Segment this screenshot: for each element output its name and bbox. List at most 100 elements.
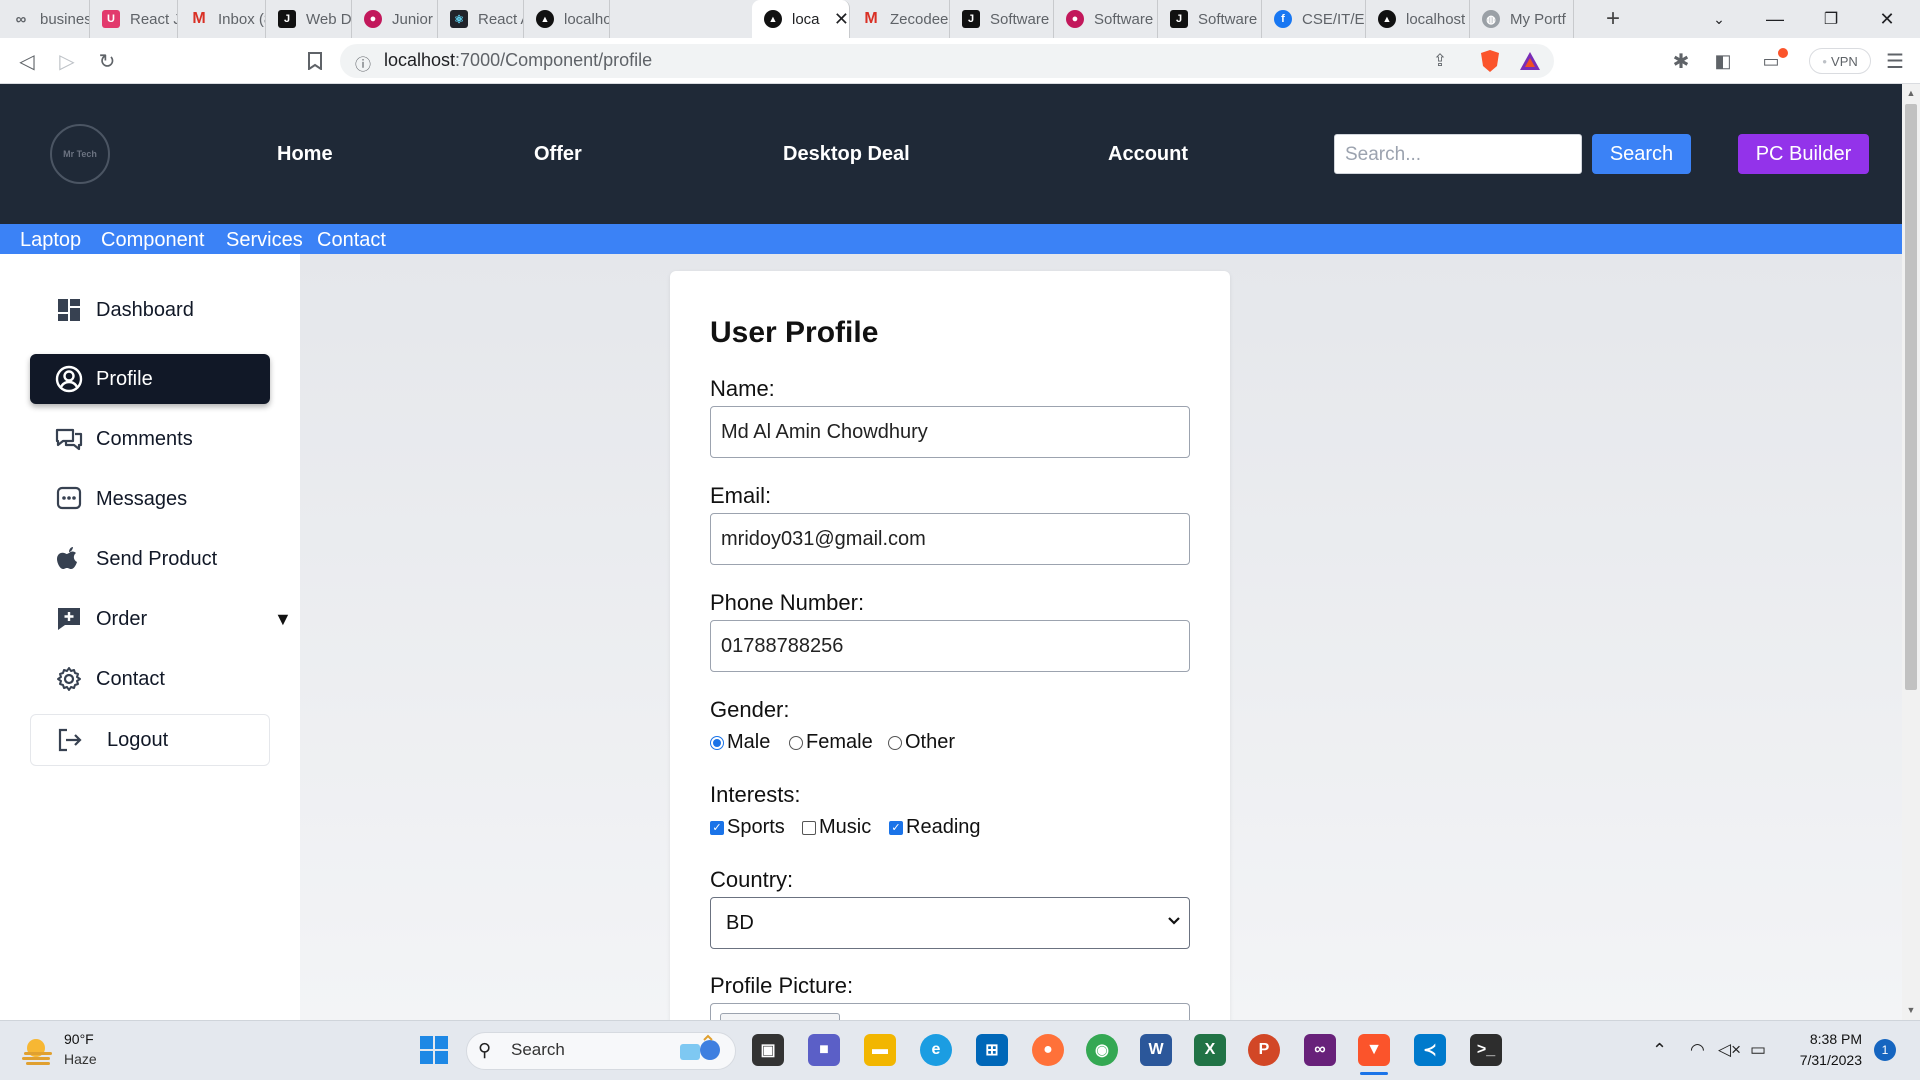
browser-tab[interactable]: ▲ localhost [1366,0,1470,38]
new-tab-icon[interactable]: + [1590,0,1636,38]
sidebar-item-messages[interactable]: Messages [30,474,270,524]
url-text[interactable]: localhost:7000/Component/profile [384,50,652,71]
nav-home[interactable]: Home [277,143,333,166]
email-field[interactable]: mridoy031@gmail.com [710,513,1190,565]
nav-desktop-deal[interactable]: Desktop Deal [783,143,910,166]
reload-icon[interactable]: ↻ [92,46,122,76]
chrome-icon[interactable]: ◉ [1086,1034,1118,1066]
gender-male-option[interactable]: Male [710,731,770,754]
interest-sports-option[interactable]: ✓ Sports [710,816,785,839]
category-contact[interactable]: Contact [317,229,386,252]
clock-time[interactable]: 8:38 PM [1800,1031,1862,1047]
gender-male-radio[interactable] [710,735,724,750]
category-component[interactable]: Component [101,229,204,252]
forward-icon[interactable]: ▷ [52,46,82,76]
gender-other-option[interactable]: Other [888,731,955,754]
nav-offer[interactable]: Offer [534,143,582,166]
logo[interactable]: Mr Tech [50,124,110,184]
edge-icon[interactable]: e [920,1034,952,1066]
vpn-button[interactable]: ● VPN [1809,48,1871,74]
browser-tab[interactable]: M Zecodee [850,0,950,38]
infinity-icon: ∞ [15,10,27,28]
browser-tab-active[interactable]: ▲ locall ✕ [752,0,850,38]
share-icon[interactable]: ⇪ [1425,46,1455,76]
interest-reading-checkbox[interactable]: ✓ [889,820,903,835]
nav-account[interactable]: Account [1108,143,1188,166]
header-search-button[interactable]: Search [1592,134,1691,174]
file-explorer-icon[interactable]: ▬ [864,1034,896,1066]
firefox-icon[interactable]: ● [1032,1034,1064,1066]
excel-icon[interactable]: X [1194,1034,1226,1066]
chevron-down-icon[interactable]: ▼ [274,609,292,630]
vscode-icon[interactable]: ≺ [1414,1034,1446,1066]
chevron-up-icon[interactable]: ⌃ [1652,1040,1667,1061]
menu-icon[interactable]: ☰ [1880,46,1910,76]
info-icon[interactable]: ⓘ [348,48,378,78]
back-icon[interactable]: ◁ [12,46,42,76]
close-tab-icon[interactable]: ✕ [834,9,849,30]
country-select[interactable]: BD [710,897,1190,949]
header-search-input[interactable]: Search... [1334,134,1582,174]
terminal-icon[interactable]: >_ [1470,1034,1502,1066]
clock-date[interactable]: 7/31/2023 [1790,1052,1862,1068]
browser-tab[interactable]: ● Software [1054,0,1158,38]
sidebar-item-contact[interactable]: Contact [30,654,270,704]
teams-chat-icon[interactable]: ■ [808,1034,840,1066]
brave-icon[interactable]: ▼ [1358,1034,1390,1066]
phone-field[interactable]: 01788788256 [710,620,1190,672]
sidebar-item-send-product[interactable]: Send Product [30,534,270,584]
browser-tab[interactable]: M Inbox (85 [178,0,266,38]
gender-female-option[interactable]: Female [789,731,873,754]
visual-studio-icon[interactable]: ∞ [1304,1034,1336,1066]
browser-tab[interactable]: ∞ business [0,0,90,38]
logout-button[interactable]: Logout [30,714,270,766]
scroll-up-icon[interactable]: ▲ [1902,84,1920,102]
task-view-icon[interactable]: ▣ [752,1034,784,1066]
sidebar-item-comments[interactable]: Comments [30,414,270,464]
wifi-icon[interactable]: ◠ [1690,1040,1705,1060]
gender-other-radio[interactable] [888,735,902,750]
extensions-icon[interactable]: ✱ [1666,46,1696,76]
browser-tab[interactable]: ● Junior W [352,0,438,38]
pc-builder-button[interactable]: PC Builder [1738,134,1869,174]
brave-rewards-icon[interactable] [1515,46,1545,76]
close-window-icon[interactable]: ✕ [1864,0,1910,38]
browser-tab[interactable]: J Software [1158,0,1262,38]
windows-start-icon[interactable] [420,1036,448,1064]
volume-muted-icon[interactable]: ◁× [1718,1040,1741,1060]
notification-badge[interactable]: 1 [1874,1039,1896,1061]
powerpoint-icon[interactable]: P [1248,1034,1280,1066]
word-icon[interactable]: W [1140,1034,1172,1066]
minimize-icon[interactable]: — [1752,0,1798,38]
brave-shield-icon[interactable] [1475,46,1505,76]
browser-tab[interactable]: J Software [950,0,1054,38]
battery-icon[interactable]: ▭ [1750,1040,1766,1060]
category-laptop[interactable]: Laptop [20,229,81,252]
browser-tab[interactable]: J Web Dev [266,0,352,38]
category-services[interactable]: Services [226,229,303,252]
interest-music-checkbox[interactable] [802,820,816,835]
tab-label: localhost [1406,10,1466,28]
scrollbar-thumb[interactable] [1905,104,1917,690]
sidebar-toggle-icon[interactable]: ◧ [1708,46,1738,76]
gender-female-radio[interactable] [789,735,803,750]
browser-tab[interactable]: U React Js [90,0,178,38]
browser-tab[interactable]: ▲ localhost [524,0,610,38]
browser-tab[interactable]: f CSE/IT/E [1262,0,1366,38]
bookmark-icon[interactable] [300,46,330,76]
interest-music-option[interactable]: Music [802,816,871,839]
weather-icon[interactable] [20,1034,56,1066]
maximize-icon[interactable]: ❐ [1808,0,1854,38]
microsoft-store-icon[interactable]: ⊞ [976,1034,1008,1066]
scroll-down-icon[interactable]: ▼ [1902,1001,1920,1019]
sidebar-item-order[interactable]: Order ▼ [30,594,292,644]
name-field[interactable]: Md Al Amin Chowdhury [710,406,1190,458]
interest-reading-option[interactable]: ✓ Reading [889,816,981,839]
vercel-icon: ▲ [1378,10,1396,28]
browser-tab[interactable]: ⚛ React Ap [438,0,524,38]
sidebar-item-dashboard[interactable]: Dashboard [30,285,270,335]
sidebar-item-profile[interactable]: Profile [30,354,270,404]
browser-tab[interactable]: ◍ My Portf [1470,0,1574,38]
tab-search-chevron-icon[interactable]: ⌄ [1696,0,1742,38]
interest-sports-checkbox[interactable]: ✓ [710,820,724,835]
